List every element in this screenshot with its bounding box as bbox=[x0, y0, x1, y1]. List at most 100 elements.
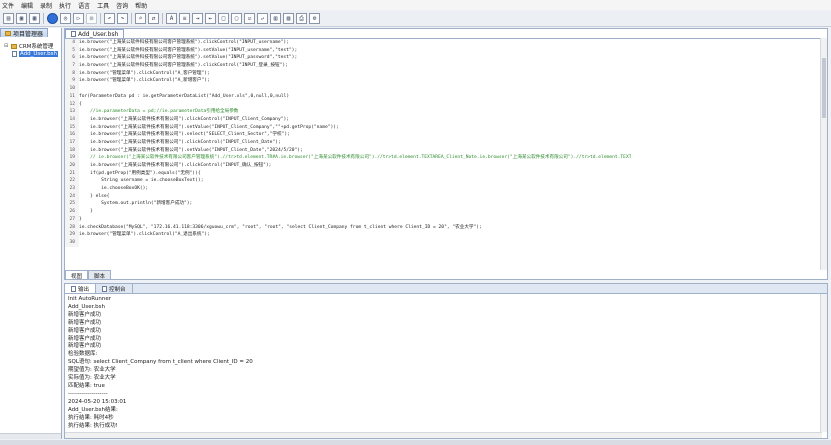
menu-item[interactable]: 录制 bbox=[40, 1, 52, 10]
code-line[interactable]: 24 } else{ bbox=[65, 192, 822, 201]
script-file-icon bbox=[12, 51, 17, 57]
code-line[interactable]: 7 ie.browser("上海某公软件科技有限公司客户管理系统").clickC… bbox=[65, 62, 822, 70]
replace-icon[interactable]: ⇄ bbox=[148, 12, 159, 24]
output-line: 新增客户成功 bbox=[68, 343, 102, 350]
uncomment-icon[interactable]: ▢ bbox=[231, 12, 242, 24]
code-text: for(ParameterData pd : ie.getParameterDa… bbox=[79, 93, 290, 99]
vertical-scrollbar[interactable] bbox=[820, 38, 827, 270]
code-text: ie.browser("上海某公软件技术有限公司").clickControl(… bbox=[79, 163, 272, 168]
code-line[interactable]: 14 ie.browser("上海某公软件技术有限公司").clickContr… bbox=[65, 115, 822, 124]
code-line[interactable]: 30 bbox=[65, 238, 822, 247]
align-icon[interactable]: ≡ bbox=[179, 12, 190, 24]
output-line: 匹配结果: true bbox=[68, 382, 105, 389]
code-line[interactable]: 21 if(pd.getProp("用例类型").equals("无例")){ bbox=[65, 169, 822, 178]
pause-icon[interactable]: ▷ bbox=[73, 12, 84, 24]
stop-icon[interactable]: ■ bbox=[86, 12, 97, 24]
horizontal-scrollbar[interactable] bbox=[0, 433, 61, 439]
code-line[interactable]: 25 System.out.println("新增客户成功"); bbox=[65, 200, 822, 209]
print-icon[interactable]: ⎙ bbox=[296, 12, 307, 24]
code-line[interactable]: 15 ie.browser("上海某公软件技术有限公司").setValue("… bbox=[65, 123, 822, 132]
menu-item[interactable]: 文件 bbox=[2, 1, 14, 10]
editor-tab-add-user[interactable]: Add_User.bsh bbox=[65, 29, 125, 38]
tab-script[interactable]: 脚本 bbox=[88, 270, 112, 280]
code-line[interactable]: 23 ie.chooseBoxOK(); bbox=[65, 185, 822, 193]
code-line[interactable]: 6 ie.browser("上海某公软件科技有限公司客户管理系统").setVal… bbox=[65, 54, 822, 63]
menu-item[interactable]: 工具 bbox=[97, 1, 109, 10]
tab-output-label: 输出 bbox=[78, 286, 90, 293]
save-icon[interactable]: ▣ bbox=[16, 12, 27, 24]
code-line[interactable]: 17 ie.browser("上海某公软件技术有限公司").clickContr… bbox=[65, 138, 822, 147]
tree-root[interactable]: ⊟ CRM系统管理 bbox=[4, 42, 61, 50]
line-number: 28 bbox=[65, 223, 79, 232]
save-all-icon[interactable]: ▦ bbox=[29, 12, 40, 24]
code-text: // ie.browser("上海某公软件技术有限公司客户管理系统").//tr… bbox=[79, 155, 632, 161]
menu-item[interactable]: 语言 bbox=[78, 1, 90, 10]
code-line[interactable]: 28 ie.checkDatabase("MySQL", "172.16.41.1… bbox=[65, 223, 822, 232]
editor-tab-label: Add_User.bsh bbox=[78, 30, 119, 38]
code-line[interactable]: 4 ie.browser("上海某公软件科技有限公司客户管理系统").clickC… bbox=[65, 39, 822, 47]
run-icon[interactable]: ◎ bbox=[60, 12, 71, 24]
code-text: ie.browser("上海某公软件科技有限公司客户管理系统").clickCo… bbox=[79, 63, 288, 69]
line-number: 21 bbox=[65, 169, 79, 178]
code-text: ie.browser("管理菜单").clickControl("A_退出系统"… bbox=[79, 232, 210, 238]
code-line[interactable]: 5 ie.browser("上海某公软件科技有限公司客户管理系统").setVal… bbox=[65, 46, 822, 55]
menu-item[interactable]: 咨询 bbox=[116, 1, 128, 10]
menu-item[interactable]: 帮助 bbox=[135, 1, 147, 10]
scrollbar-thumb[interactable] bbox=[822, 58, 826, 118]
output-line: 执行结果: 执行成功! bbox=[68, 422, 118, 429]
project-manager-tab[interactable]: 项目管理器 bbox=[0, 28, 48, 38]
project-tree: ⊟ CRM系统管理 Add_User.bsh bbox=[0, 38, 61, 58]
check-icon[interactable]: ☑ bbox=[244, 12, 255, 24]
format-icon[interactable]: ▥ bbox=[270, 12, 281, 24]
code-line[interactable]: 22 String username = ie.chooseBoxText(); bbox=[65, 177, 822, 186]
tab-view[interactable]: 视图 bbox=[65, 270, 89, 280]
vertical-scrollbar[interactable] bbox=[820, 294, 827, 432]
collapse-icon[interactable]: ⊟ bbox=[4, 43, 9, 49]
new-file-icon[interactable]: ▤ bbox=[3, 12, 14, 24]
undo-icon[interactable]: ↶ bbox=[104, 12, 115, 24]
code-line[interactable]: 13 //ie.parameterData = pd;//ie.paramete… bbox=[65, 108, 822, 116]
code-line[interactable]: 26 } bbox=[65, 208, 822, 216]
indent-icon[interactable]: ⇥ bbox=[192, 12, 203, 24]
comment-icon[interactable]: □ bbox=[218, 12, 229, 24]
tree-item-label: Add_User.bsh bbox=[19, 51, 59, 57]
code-line[interactable]: 8 ie.browser("管理菜单").clickControl("A_客户管理… bbox=[65, 69, 822, 78]
code-line[interactable]: 27} bbox=[65, 215, 822, 224]
wrap-icon[interactable]: ⤶ bbox=[257, 12, 268, 24]
font-icon[interactable]: A bbox=[166, 12, 177, 24]
output-line: SQL语句: select Client_Company from t_clie… bbox=[68, 359, 253, 366]
code-text: ie.chooseBoxOK(); bbox=[79, 186, 149, 192]
menu-item[interactable]: 执行 bbox=[59, 1, 71, 10]
record-icon[interactable] bbox=[47, 12, 58, 24]
code-line[interactable]: 9 ie.browser("管理菜单").clickControl("A_新增客户… bbox=[65, 77, 822, 86]
code-line[interactable]: 29 ie.browser("管理菜单").clickControl("A_退出系… bbox=[65, 231, 822, 239]
status-bar bbox=[0, 440, 831, 445]
line-number: 12 bbox=[65, 100, 79, 109]
code-editor[interactable]: 4 ie.browser("上海某公软件科技有限公司客户管理系统").clickC… bbox=[65, 38, 822, 270]
line-number: 30 bbox=[65, 238, 79, 247]
tab-console[interactable]: 控制台 bbox=[96, 284, 133, 293]
menu-item[interactable]: 编辑 bbox=[21, 1, 33, 10]
tab-output[interactable]: 输出 bbox=[65, 284, 97, 293]
redo-icon[interactable]: ↷ bbox=[117, 12, 128, 24]
code-text: ie.browser("上海某公软件科技有限公司客户管理系统").setValu… bbox=[79, 55, 298, 61]
code-line[interactable]: 19 // ie.browser("上海某公软件技术有限公司客户管理系统")./… bbox=[65, 154, 822, 162]
settings-icon[interactable]: ⚙ bbox=[309, 12, 320, 24]
horizontal-scrollbar[interactable] bbox=[65, 432, 822, 438]
line-number: 27 bbox=[65, 215, 79, 224]
code-line[interactable]: 20 ie.browser("上海某公软件技术有限公司").clickContr… bbox=[65, 162, 822, 170]
tree-item-add-user[interactable]: Add_User.bsh bbox=[4, 50, 61, 58]
find-icon[interactable]: ⌕ bbox=[135, 12, 146, 24]
code-line[interactable]: 11 for(ParameterData pd : ie.getParameter… bbox=[65, 92, 822, 101]
line-number: 16 bbox=[65, 131, 79, 139]
code-text: { bbox=[79, 101, 82, 107]
output-line: 期望值为: 农业大学 bbox=[68, 367, 116, 374]
preview-icon[interactable]: ▧ bbox=[283, 12, 294, 24]
code-line[interactable]: 12{ bbox=[65, 100, 822, 109]
code-line[interactable]: 16 ie.browser("上海某公软件技术有限公司").select("SE… bbox=[65, 131, 822, 139]
code-line[interactable]: 18 ie.browser("上海某公软件技术有限公司").setValue("… bbox=[65, 146, 822, 155]
outdent-icon[interactable]: ⇤ bbox=[205, 12, 216, 24]
code-line[interactable]: 10 bbox=[65, 85, 822, 93]
code-text: ie.browser("上海某公软件科技有限公司客户管理系统").setValu… bbox=[79, 47, 298, 53]
code-text: } else{ bbox=[79, 193, 110, 199]
